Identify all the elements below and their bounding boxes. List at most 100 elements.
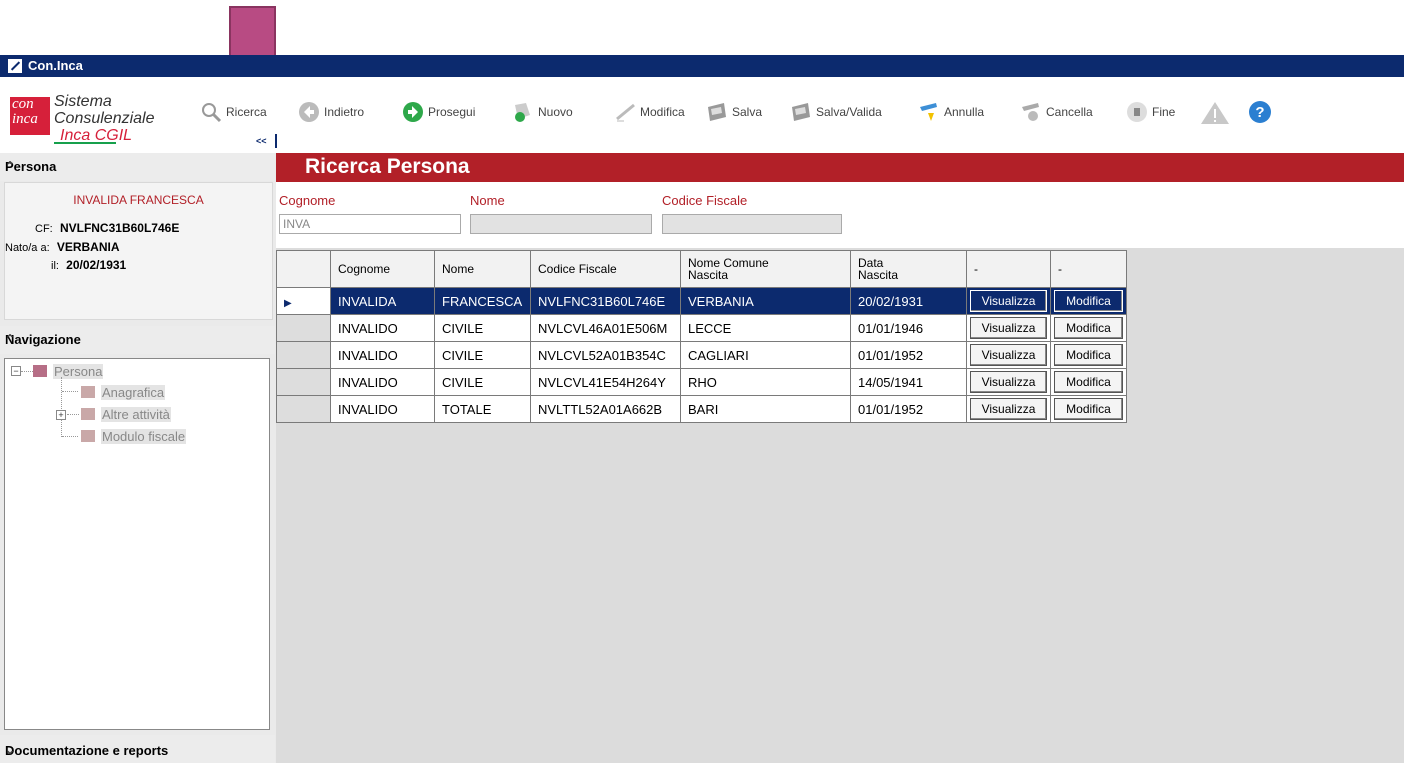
salva-button[interactable]: Salva (706, 99, 762, 125)
column-header-comune[interactable]: Nome Comune Nascita (680, 250, 851, 288)
fine-button[interactable]: Fine (1126, 99, 1175, 125)
modifica-row-button[interactable]: Modifica (1054, 290, 1123, 312)
help-button[interactable]: ? (1248, 99, 1276, 125)
cell-cf: NVLCVL46A01E506M (530, 314, 681, 342)
tree-node-modulo-fiscale[interactable]: Modulo fiscale (81, 429, 187, 444)
cancella-button[interactable]: Cancella (1020, 99, 1093, 125)
tree-label-anagrafica: Anagrafica (101, 385, 166, 400)
cell-action2: Modifica (1050, 287, 1127, 315)
window-title-bar: Con.Inca (0, 55, 1404, 77)
indietro-button[interactable]: Indietro (298, 99, 364, 125)
page-title: Ricerca Persona (305, 155, 470, 178)
stop-icon (1126, 101, 1148, 123)
row-selector[interactable] (276, 395, 331, 423)
header-line: Nome (442, 262, 475, 276)
salva-valida-button[interactable]: Salva/Valida (790, 99, 882, 125)
tree-expand-icon[interactable]: + (56, 410, 66, 420)
persona-section-header[interactable]: Persona ⌃ (0, 153, 275, 181)
row-selector[interactable] (276, 368, 331, 396)
annulla-button[interactable]: Annulla (918, 99, 984, 125)
row-selector[interactable] (276, 341, 331, 369)
cell-nome: CIVILE (434, 314, 531, 342)
cell-cognome: INVALIDO (330, 314, 435, 342)
modifica-row-button[interactable]: Modifica (1054, 398, 1123, 420)
back-arrow-icon (298, 101, 320, 123)
il-line: il: 20/02/1931 (51, 258, 126, 273)
column-header-codice-fiscale[interactable]: Codice Fiscale (530, 250, 681, 288)
table-row[interactable]: INVALIDO CIVILE NVLCVL41E54H264Y RHO 14/… (276, 368, 1127, 396)
cell-comune: RHO (680, 368, 851, 396)
visualizza-button[interactable]: Visualizza (970, 398, 1047, 420)
table-row[interactable]: INVALIDO CIVILE NVLCVL46A01E506M LECCE 0… (276, 314, 1127, 342)
collapse-panel-button[interactable]: << (256, 136, 267, 146)
cognome-label: Cognome (279, 193, 336, 208)
header-line: Codice Fiscale (538, 262, 617, 276)
codice-fiscale-input[interactable] (662, 214, 842, 234)
logo: con inca Sistema Consulenziale Inca CGIL (10, 91, 155, 147)
cancella-label: Cancella (1046, 105, 1093, 119)
cognome-input[interactable] (279, 214, 461, 234)
table-row[interactable]: INVALIDO CIVILE NVLCVL52A01B354C CAGLIAR… (276, 341, 1127, 369)
navigazione-section-header[interactable]: Navigazione ⌃ (0, 326, 275, 354)
app-icon (8, 59, 22, 73)
cell-cf: NVLFNC31B60L746E (530, 287, 681, 315)
person-name: INVALIDA FRANCESCA (73, 193, 204, 207)
cell-action1: Visualizza (966, 368, 1051, 396)
cell-data: 01/01/1952 (850, 395, 967, 423)
cf-line: CF: NVLFNC31B60L746E (35, 221, 179, 236)
expand-down-icon: ⌄ (5, 743, 16, 757)
fine-label: Fine (1152, 105, 1176, 119)
nato-label: Nato/a a: (5, 242, 50, 254)
row-selector[interactable]: ▶ (276, 287, 331, 315)
cell-action2: Modifica (1050, 395, 1127, 423)
visualizza-button[interactable]: Visualizza (970, 371, 1047, 393)
cell-cognome: INVALIDO (330, 341, 435, 369)
logo-box: con inca (10, 97, 50, 135)
tree-node-anagrafica[interactable]: Anagrafica (81, 385, 166, 400)
column-header-data[interactable]: Data Nascita (850, 250, 967, 288)
cell-cognome: INVALIDO (330, 395, 435, 423)
modifica-row-button[interactable]: Modifica (1054, 317, 1123, 339)
save-icon (706, 101, 728, 123)
cell-cf: NVLCVL41E54H264Y (530, 368, 681, 396)
modifica-row-button[interactable]: Modifica (1054, 344, 1123, 366)
edit-pencil-icon (614, 101, 636, 123)
warning-button[interactable] (1200, 99, 1234, 125)
page-header: Ricerca Persona (276, 153, 1404, 182)
cell-cognome: INVALIDA (330, 287, 435, 315)
divider (275, 134, 277, 148)
column-header-cognome[interactable]: Cognome (330, 250, 435, 288)
nato-line: Nato/a a: VERBANIA (5, 240, 120, 255)
cell-comune: CAGLIARI (680, 341, 851, 369)
cell-action1: Visualizza (966, 287, 1051, 315)
table-row[interactable]: ▶ INVALIDA FRANCESCA NVLFNC31B60L746E VE… (276, 287, 1127, 315)
tree-node-persona[interactable]: Persona (33, 364, 104, 379)
tree-collapse-icon[interactable]: − (11, 366, 21, 376)
row-selector[interactable] (276, 314, 331, 342)
cell-comune: BARI (680, 395, 851, 423)
column-header-action1: - (966, 250, 1051, 288)
cell-action1: Visualizza (966, 314, 1051, 342)
column-header-nome[interactable]: Nome (434, 250, 531, 288)
visualizza-button[interactable]: Visualizza (970, 290, 1047, 312)
current-row-icon: ▶ (284, 297, 292, 309)
cell-cf: NVLCVL52A01B354C (530, 341, 681, 369)
modifica-button[interactable]: Modifica (614, 99, 685, 125)
ricerca-button[interactable]: Ricerca (200, 99, 267, 125)
collapse-up-icon: ⌃ (5, 159, 16, 173)
visualizza-button[interactable]: Visualizza (970, 317, 1047, 339)
search-icon (200, 101, 222, 123)
visualizza-button[interactable]: Visualizza (970, 344, 1047, 366)
documentazione-section-header[interactable]: Documentazione e reports ⌄ (0, 735, 275, 763)
help-icon: ? (1248, 100, 1272, 124)
nuovo-button[interactable]: Nuovo (512, 99, 573, 125)
table-row[interactable]: INVALIDO TOTALE NVLTTL52A01A662B BARI 01… (276, 395, 1127, 423)
cell-cf: NVLTTL52A01A662B (530, 395, 681, 423)
salva-valida-label: Salva/Valida (816, 105, 882, 119)
results-table: Cognome Nome Codice Fiscale Nome Comune N… (276, 250, 1127, 423)
prosegui-button[interactable]: Prosegui (402, 99, 475, 125)
cell-nome: CIVILE (434, 368, 531, 396)
nome-input[interactable] (470, 214, 652, 234)
tree-node-altre-attivita[interactable]: Altre attività (81, 407, 171, 422)
modifica-row-button[interactable]: Modifica (1054, 371, 1123, 393)
